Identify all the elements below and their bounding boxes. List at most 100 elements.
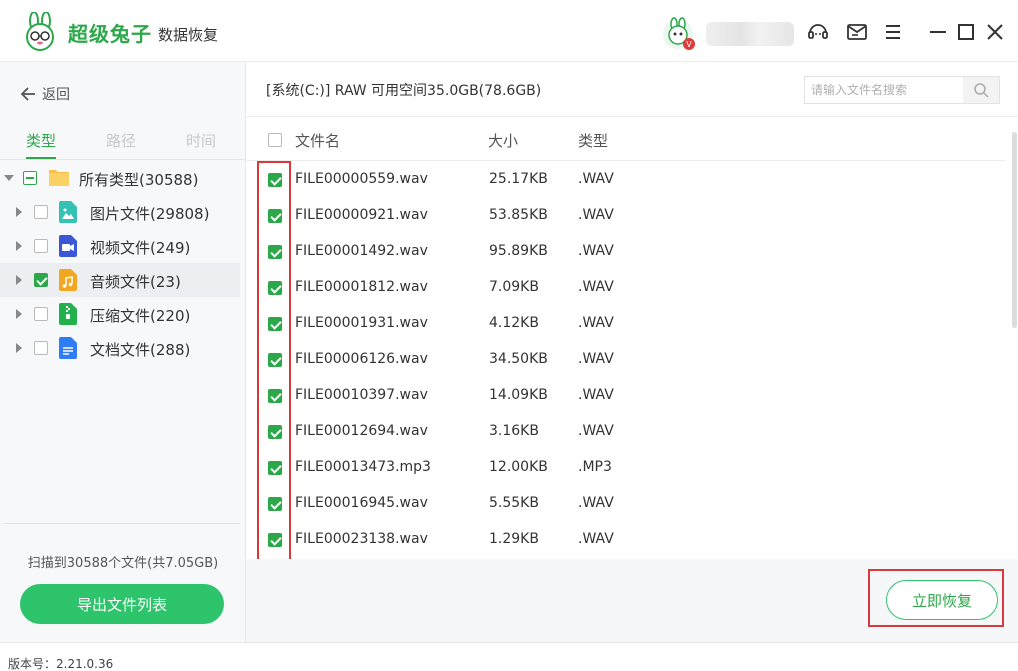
search-icon bbox=[974, 83, 989, 98]
minimize-icon[interactable] bbox=[926, 20, 950, 44]
caret-right-icon[interactable] bbox=[14, 207, 24, 217]
search-input[interactable] bbox=[805, 77, 961, 103]
file-type: .WAV bbox=[578, 279, 614, 295]
table-row[interactable]: FILE00001492.wav 95.89KB .WAV bbox=[246, 234, 1006, 270]
tree-item-videos[interactable]: 视频文件(249) bbox=[0, 229, 240, 263]
file-name: FILE00012694.wav bbox=[295, 423, 428, 439]
status-bar: 版本号：2.21.0.36 bbox=[0, 642, 1018, 671]
back-label: 返回 bbox=[42, 87, 70, 103]
audio-file-icon bbox=[59, 269, 77, 291]
tree-item-images[interactable]: 图片文件(29808) bbox=[0, 195, 240, 229]
table-row[interactable]: FILE00006126.wav 34.50KB .WAV bbox=[246, 342, 1006, 378]
table-row[interactable]: FILE00000559.wav 25.17KB .WAV bbox=[246, 162, 1006, 198]
file-name: FILE00001931.wav bbox=[295, 315, 428, 331]
column-header-type[interactable]: 类型 bbox=[578, 130, 608, 151]
file-name: FILE00016945.wav bbox=[295, 495, 428, 511]
close-icon[interactable] bbox=[983, 20, 1007, 44]
vertical-scrollbar[interactable] bbox=[1012, 132, 1017, 328]
checkbox-column-highlight bbox=[257, 161, 291, 563]
tab-path[interactable]: 路径 bbox=[106, 130, 136, 151]
user-avatar[interactable]: V bbox=[662, 17, 696, 51]
file-size: 7.09KB bbox=[489, 279, 539, 295]
app-logo: 超级兔子 数据恢复 bbox=[20, 12, 218, 52]
file-name: FILE00006126.wav bbox=[295, 351, 428, 367]
file-size: 53.85KB bbox=[489, 207, 548, 223]
file-list-panel: [系统(C:)] RAW 可用空间35.0GB(78.6GB) 文件名 大小 类… bbox=[246, 62, 1018, 642]
file-type: .WAV bbox=[578, 315, 614, 331]
file-type: .WAV bbox=[578, 207, 614, 223]
file-type: .WAV bbox=[578, 531, 614, 547]
recover-button-highlight bbox=[868, 569, 1004, 627]
select-all-checkbox[interactable] bbox=[268, 133, 282, 147]
arrow-left-icon bbox=[20, 87, 35, 101]
file-size: 4.12KB bbox=[489, 315, 539, 331]
divider bbox=[4, 523, 240, 524]
file-size: 25.17KB bbox=[489, 171, 548, 187]
column-header-size[interactable]: 大小 bbox=[488, 130, 518, 151]
caret-right-icon[interactable] bbox=[14, 241, 24, 251]
caret-right-icon[interactable] bbox=[14, 309, 24, 319]
maximize-icon[interactable] bbox=[954, 20, 978, 44]
checkbox[interactable] bbox=[34, 307, 48, 321]
message-icon[interactable] bbox=[845, 20, 869, 44]
file-size: 5.55KB bbox=[489, 495, 539, 511]
menu-icon[interactable] bbox=[881, 20, 905, 44]
file-name: FILE00010397.wav bbox=[295, 387, 428, 403]
table-row[interactable]: FILE00013473.mp3 12.00KB .MP3 bbox=[246, 450, 1006, 486]
file-name: FILE00000559.wav bbox=[295, 171, 428, 187]
checkbox[interactable] bbox=[34, 341, 48, 355]
file-size: 14.09KB bbox=[489, 387, 548, 403]
video-file-icon bbox=[59, 235, 77, 257]
back-button[interactable]: 返回 bbox=[20, 84, 70, 104]
brand-name: 超级兔子 bbox=[68, 21, 152, 46]
support-icon[interactable] bbox=[806, 20, 830, 44]
file-name: FILE00001492.wav bbox=[295, 243, 428, 259]
file-type: .WAV bbox=[578, 495, 614, 511]
brand-subtitle: 数据恢复 bbox=[158, 25, 219, 44]
search-box bbox=[804, 76, 1000, 104]
tree-item-all-types[interactable]: 所有类型(30588) bbox=[0, 161, 240, 195]
file-size: 1.29KB bbox=[489, 531, 539, 547]
export-file-list-button[interactable]: 导出文件列表 bbox=[20, 584, 224, 624]
file-name: FILE00013473.mp3 bbox=[295, 459, 431, 475]
file-type: .MP3 bbox=[578, 459, 612, 475]
tree-item-documents[interactable]: 文档文件(288) bbox=[0, 331, 240, 365]
tree-item-archives[interactable]: 压缩文件(220) bbox=[0, 297, 240, 331]
checkbox-checked[interactable] bbox=[34, 273, 48, 287]
table-row[interactable]: FILE00016945.wav 5.55KB .WAV bbox=[246, 486, 1006, 522]
checkbox-partial[interactable] bbox=[23, 171, 37, 185]
file-type: .WAV bbox=[578, 171, 614, 187]
file-type: .WAV bbox=[578, 243, 614, 259]
sidebar-tabs: 类型 路径 时间 bbox=[0, 130, 246, 160]
divider bbox=[0, 159, 246, 160]
table-row[interactable]: FILE00000921.wav 53.85KB .WAV bbox=[246, 198, 1006, 234]
tree-item-audio[interactable]: 音频文件(23) bbox=[0, 263, 240, 297]
document-file-icon bbox=[59, 337, 77, 359]
caret-down-icon[interactable] bbox=[4, 173, 14, 183]
table-row[interactable]: FILE00001812.wav 7.09KB .WAV bbox=[246, 270, 1006, 306]
table-row[interactable]: FILE00010397.wav 14.09KB .WAV bbox=[246, 378, 1006, 414]
file-type: .WAV bbox=[578, 351, 614, 367]
checkbox[interactable] bbox=[34, 205, 48, 219]
title-bar: 超级兔子 数据恢复 V bbox=[0, 0, 1018, 62]
file-name: FILE00001812.wav bbox=[295, 279, 428, 295]
file-size: 34.50KB bbox=[489, 351, 548, 367]
file-type: .WAV bbox=[578, 423, 614, 439]
tree-label: 视频文件(249) bbox=[90, 239, 191, 257]
tree-label: 文档文件(288) bbox=[90, 341, 191, 359]
file-name: FILE00023138.wav bbox=[295, 531, 428, 547]
caret-right-icon[interactable] bbox=[14, 343, 24, 353]
table-row[interactable]: FILE00023138.wav 1.29KB .WAV bbox=[246, 522, 1006, 558]
checkbox[interactable] bbox=[34, 239, 48, 253]
caret-right-icon[interactable] bbox=[14, 275, 24, 285]
tree-label: 所有类型(30588) bbox=[79, 171, 199, 189]
search-button[interactable] bbox=[963, 77, 999, 103]
tree-label: 音频文件(23) bbox=[90, 273, 181, 291]
tab-type[interactable]: 类型 bbox=[26, 130, 56, 151]
column-header-name[interactable]: 文件名 bbox=[295, 130, 340, 151]
tab-time[interactable]: 时间 bbox=[186, 130, 216, 151]
file-size: 12.00KB bbox=[489, 459, 548, 475]
table-row[interactable]: FILE00001931.wav 4.12KB .WAV bbox=[246, 306, 1006, 342]
sidebar: 返回 类型 路径 时间 所有类型(30588) 图片文件(29808) 视频文件… bbox=[0, 62, 246, 642]
table-row[interactable]: FILE00012694.wav 3.16KB .WAV bbox=[246, 414, 1006, 450]
